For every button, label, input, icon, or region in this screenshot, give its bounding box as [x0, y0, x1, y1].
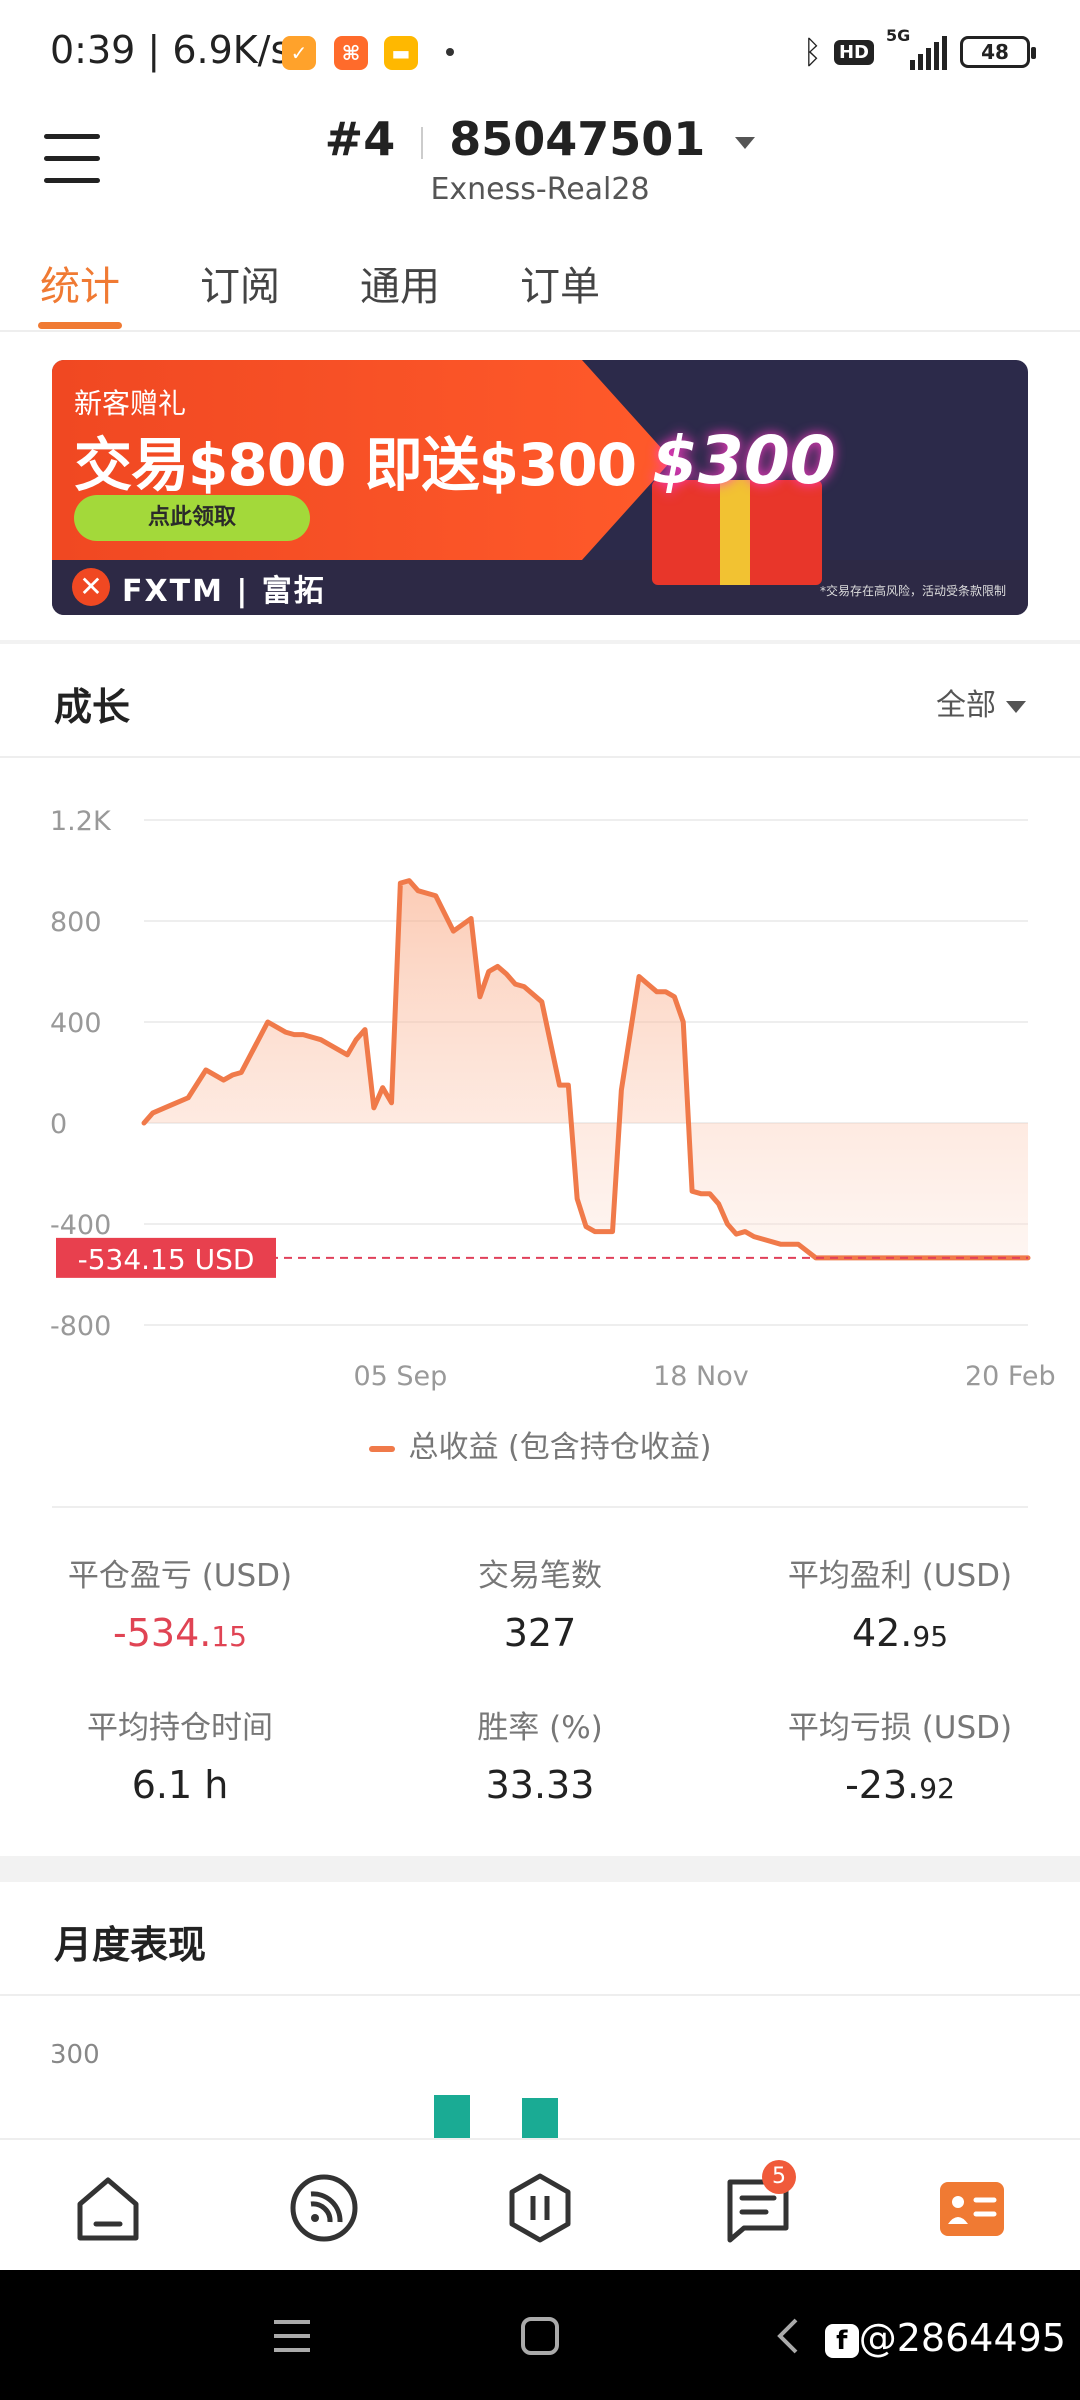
chart-legend: 总收益 (包含持仓收益) [0, 1422, 1080, 1466]
monthly-title: 月度表现 [54, 1923, 207, 1967]
watermark: f @2864495 [824, 2316, 1066, 2360]
stat-value: 33.33 [485, 1763, 595, 1807]
stat-item: 胜率 (%) 33.33 [360, 1702, 720, 1807]
x-tick-label: 05 Sep [353, 1361, 447, 1392]
stat-value: -534.15 [113, 1611, 247, 1655]
hd-icon: HD [833, 39, 874, 65]
nav-signals[interactable] [284, 2168, 364, 2248]
home-button-icon[interactable] [520, 2316, 560, 2356]
nav-messages[interactable]: 5 [718, 2160, 798, 2248]
banner-promo-amount: $300 [652, 422, 836, 499]
x-tick-label: 20 Feb [965, 1361, 1056, 1392]
trade-icon [509, 2173, 571, 2243]
stat-label: 平均亏损 (USD) [787, 1710, 1013, 1746]
tab-indicator [38, 322, 122, 329]
y-tick-label: 1.2K [50, 806, 112, 837]
signal-icon: 5G [886, 26, 948, 74]
banner-headline: 交易$800 即送$300 [74, 431, 637, 499]
chart-area [144, 880, 1028, 1258]
banner-brand: FXTM | 富拓 [122, 574, 326, 609]
monthly-bar[interactable] [434, 2095, 470, 2140]
tab-statistics[interactable]: 统计 [40, 254, 120, 312]
watermark-logo-icon: f [824, 2323, 859, 2358]
back-icon[interactable] [772, 2316, 802, 2356]
home-icon [77, 2177, 139, 2241]
section-divider [0, 1994, 1080, 1996]
stat-item: 平均亏损 (USD) -23.92 [720, 1702, 1080, 1807]
section-divider [0, 1856, 1080, 1882]
tab-subscribe[interactable]: 订阅 [200, 254, 280, 312]
growth-title: 成长 [54, 685, 131, 729]
stat-label: 平均盈利 (USD) [787, 1558, 1013, 1594]
section-divider [0, 756, 1080, 758]
status-time: 0:39 | 6.9K/s [50, 28, 291, 72]
status-bar: 0:39 | 6.9K/s ✓ ⌘ ▬ ᛒ HD 5G 48 [0, 0, 1080, 100]
promo-banner[interactable]: 新客赠礼 交易$800 即送$300 点此领取 ✕ FXTM | 富拓 $300… [52, 360, 1028, 615]
stat-label: 平仓盈亏 (USD) [67, 1558, 293, 1594]
stat-item: 平仓盈亏 (USD) -534.15 [0, 1550, 360, 1655]
nav-home[interactable] [68, 2168, 148, 2248]
growth-chart[interactable]: 1.2K 800 400 0 -400 -800 05 Sep 18 Nov 20 Feb -53… [0, 780, 1080, 1400]
tab-bar: 统计 订阅 通用 订单 [0, 240, 1080, 332]
system-nav-bar: f @2864495 [0, 2270, 1080, 2400]
y-tick-label: 0 [50, 1109, 67, 1140]
banner-claim-button[interactable]: 点此领取 [74, 495, 310, 541]
stat-value: 6.1 h [131, 1763, 229, 1807]
stat-item: 平均持仓时间 6.1 h [0, 1702, 360, 1807]
x-tick-label: 18 Nov [653, 1361, 749, 1392]
nav-trade[interactable] [500, 2168, 580, 2248]
section-divider [52, 1506, 1028, 1508]
banner-line1: 新客赠礼 [74, 387, 187, 420]
section-divider [0, 640, 1080, 644]
bottom-nav: 5 [0, 2138, 1080, 2270]
status-right: ᛒ HD 5G 48 [802, 26, 1036, 74]
notification-badge: 5 [762, 2160, 796, 2194]
stat-item: 平均盈利 (USD) 42.95 [720, 1550, 1080, 1655]
legend-label: 总收益 (包含持仓收益) [408, 1430, 712, 1465]
stat-value: 42.95 [851, 1611, 949, 1655]
recents-icon[interactable] [272, 2316, 312, 2356]
monthly-ytick: 300 [50, 2040, 100, 2070]
tab-general[interactable]: 通用 [360, 254, 440, 312]
y-tick-label: -400 [50, 1210, 111, 1241]
account-number: #4 [324, 112, 396, 166]
app-notification-icon: ✓ [282, 36, 316, 70]
stat-label: 交易笔数 [478, 1558, 602, 1594]
stat-label: 胜率 (%) [477, 1710, 603, 1746]
dropdown-icon [735, 136, 756, 149]
signal-feed-icon [290, 2174, 358, 2242]
range-selector[interactable]: 全部 [936, 680, 1026, 724]
account-id: 85047501 [449, 112, 706, 166]
y-tick-label: 400 [50, 1008, 102, 1039]
stat-value: -23.92 [845, 1763, 955, 1807]
y-tick-label: 800 [50, 907, 102, 938]
server-name: Exness-Real28 [430, 172, 650, 207]
stat-item: 交易笔数 327 [360, 1550, 720, 1655]
account-switcher[interactable]: #4 85047501 [0, 112, 1080, 166]
banner-disclaimer: *交易存在高风险，活动受条款限制 [819, 584, 1006, 598]
current-value-label: -534.15 USD [78, 1243, 255, 1276]
stat-value: 327 [503, 1611, 577, 1655]
stat-label: 平均持仓时间 [87, 1710, 273, 1746]
app-notification-icon: ▬ [384, 36, 418, 70]
app-notification-icon: ⌘ [334, 36, 368, 70]
dropdown-icon [1006, 700, 1026, 713]
dot-icon [446, 48, 454, 56]
nav-profile[interactable] [932, 2168, 1012, 2248]
battery-icon: 48 [960, 36, 1036, 68]
bluetooth-icon: ᛒ [802, 33, 822, 71]
y-tick-label: -800 [50, 1311, 111, 1342]
profile-card-icon [940, 2182, 1004, 2236]
monthly-bar[interactable] [522, 2098, 558, 2140]
legend-swatch [368, 1445, 395, 1452]
fxtm-logo-icon: ✕ [72, 568, 110, 606]
tab-orders[interactable]: 订单 [520, 254, 600, 312]
